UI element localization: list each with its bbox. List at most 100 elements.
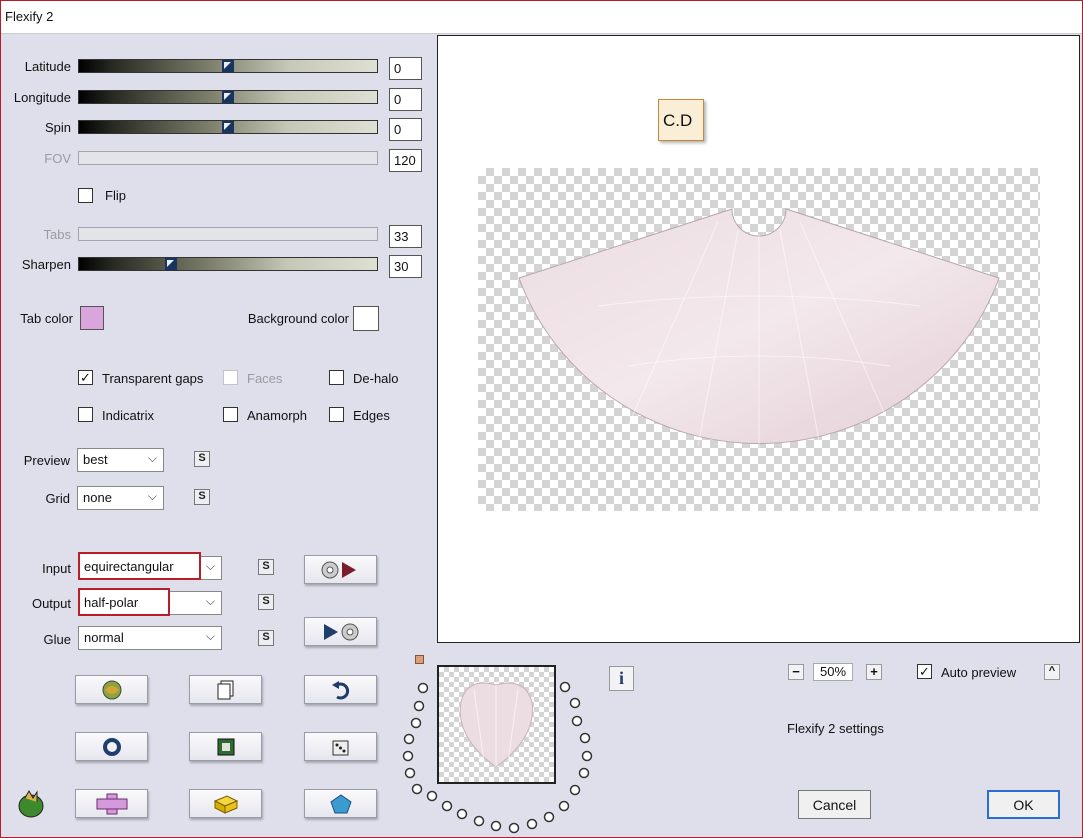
anamorph-checkbox[interactable] xyxy=(223,407,238,422)
background-color-swatch[interactable] xyxy=(353,306,379,331)
chevron-down-icon: ⌵ xyxy=(205,559,215,573)
random-button[interactable] xyxy=(304,732,377,761)
chevron-down-icon: ⌵ xyxy=(147,451,157,465)
glue-select-value: normal xyxy=(84,630,124,645)
dice-icon xyxy=(332,740,348,755)
longitude-slider-thumb[interactable] xyxy=(222,91,234,103)
copy-button[interactable] xyxy=(189,675,262,704)
tab-color-label: Tab color xyxy=(20,311,73,326)
tabs-slider xyxy=(78,227,378,241)
flip-label: Flip xyxy=(105,188,126,203)
sharpen-label: Sharpen xyxy=(21,257,71,272)
copy-icon xyxy=(217,680,233,699)
longitude-slider[interactable] xyxy=(78,90,378,104)
sharpen-slider[interactable] xyxy=(78,257,378,271)
anamorph-label: Anamorph xyxy=(247,408,307,423)
chevron-down-icon: ⌵ xyxy=(205,594,215,608)
latitude-value[interactable]: 0 xyxy=(389,57,422,80)
chevron-down-icon: ⌵ xyxy=(147,489,157,503)
plugin-logo-icon xyxy=(15,788,47,820)
indicatrix-checkbox[interactable] xyxy=(78,407,93,422)
frame-button[interactable] xyxy=(189,732,262,761)
globe-button[interactable] xyxy=(75,675,148,704)
input-s-button[interactable]: S xyxy=(258,559,274,575)
glue-s-button[interactable]: S xyxy=(258,630,274,646)
de-halo-checkbox[interactable] xyxy=(329,370,344,385)
input-select-value[interactable]: equirectangular xyxy=(78,552,201,580)
grid-label: Grid xyxy=(45,491,70,506)
half-polar-output-image xyxy=(518,208,1000,451)
spin-label: Spin xyxy=(44,120,71,135)
grid-s-button[interactable]: S xyxy=(194,489,210,505)
play-forward-button[interactable] xyxy=(304,555,377,584)
de-halo-label: De-halo xyxy=(353,371,399,386)
spin-value[interactable]: 0 xyxy=(389,118,422,141)
ring-button[interactable] xyxy=(75,732,148,761)
latitude-label: Latitude xyxy=(24,59,71,74)
navigator-handle[interactable] xyxy=(415,655,424,664)
settings-status: Flexify 2 settings xyxy=(787,721,884,736)
tabs-label: Tabs xyxy=(43,227,71,242)
frame-icon xyxy=(217,738,234,755)
longitude-value[interactable]: 0 xyxy=(389,88,422,111)
output-select-value[interactable]: half-polar xyxy=(78,588,170,616)
collapse-toggle-button[interactable]: ^ xyxy=(1044,664,1060,680)
cross-icon xyxy=(96,793,127,814)
fov-value: 120 xyxy=(389,149,422,172)
transparent-gaps-label: Transparent gaps xyxy=(102,371,204,386)
navigator-ring xyxy=(402,681,593,834)
flexify-dialog: Flexify 2 Latitude 0 Longitude 0 Spin 0 … xyxy=(0,0,1083,838)
pentagon-icon xyxy=(329,793,352,813)
flip-checkbox[interactable] xyxy=(78,188,93,203)
spin-slider-thumb[interactable] xyxy=(222,121,234,133)
zoom-out-button[interactable]: − xyxy=(788,664,804,680)
brick-button[interactable] xyxy=(189,789,262,818)
edges-label: Edges xyxy=(353,408,390,423)
preview-select[interactable]: best ⌵ xyxy=(77,448,164,472)
preview-select-value: best xyxy=(83,452,108,467)
auto-preview-label: Auto preview xyxy=(941,665,1017,680)
background-color-label: Background color xyxy=(247,311,349,326)
longitude-label: Longitude xyxy=(13,90,71,105)
cross-button[interactable] xyxy=(75,789,148,818)
pentagon-button[interactable] xyxy=(304,789,377,818)
chevron-down-icon: ⌵ xyxy=(205,629,215,643)
fov-label: FOV xyxy=(44,151,71,166)
play-disc-icon xyxy=(323,623,358,640)
window-title: Flexify 2 xyxy=(5,9,54,24)
play-reverse-button[interactable] xyxy=(304,617,377,646)
glue-label: Glue xyxy=(43,632,71,647)
latitude-slider-thumb[interactable] xyxy=(222,60,234,72)
grid-select[interactable]: none ⌵ xyxy=(77,486,164,510)
preview-label: Preview xyxy=(23,453,70,468)
zoom-in-button[interactable]: + xyxy=(866,664,882,680)
ok-button[interactable]: OK xyxy=(987,790,1060,819)
latitude-slider[interactable] xyxy=(78,59,378,73)
preview-canvas[interactable]: C.D xyxy=(437,35,1080,643)
info-button[interactable]: i xyxy=(609,666,634,691)
edges-checkbox[interactable] xyxy=(329,407,344,422)
cancel-button[interactable]: Cancel xyxy=(798,790,871,819)
ring-icon xyxy=(102,737,121,756)
output-s-button[interactable]: S xyxy=(258,594,274,610)
spin-slider[interactable] xyxy=(78,120,378,134)
glue-select[interactable]: normal ⌵ xyxy=(78,626,222,650)
sharpen-slider-thumb[interactable] xyxy=(165,258,177,270)
disc-play-icon xyxy=(321,561,356,578)
tabs-value: 33 xyxy=(389,225,422,248)
auto-preview-checkbox[interactable]: ✓ xyxy=(917,664,932,679)
sharpen-value[interactable]: 30 xyxy=(389,255,422,278)
tab-color-swatch[interactable] xyxy=(80,306,104,330)
title-bar: Flexify 2 xyxy=(1,1,1082,34)
zoom-level[interactable]: 50% xyxy=(813,663,853,681)
preview-s-button[interactable]: S xyxy=(194,451,210,467)
transparent-gaps-checkbox[interactable]: ✓ xyxy=(78,370,93,385)
brick-icon xyxy=(213,794,238,814)
faces-checkbox xyxy=(223,370,238,385)
globe-icon xyxy=(102,680,121,699)
faces-label: Faces xyxy=(247,371,283,386)
undo-button[interactable] xyxy=(304,675,377,704)
input-label: Input xyxy=(42,561,71,576)
indicatrix-label: Indicatrix xyxy=(102,408,155,423)
grid-select-value: none xyxy=(83,490,112,505)
